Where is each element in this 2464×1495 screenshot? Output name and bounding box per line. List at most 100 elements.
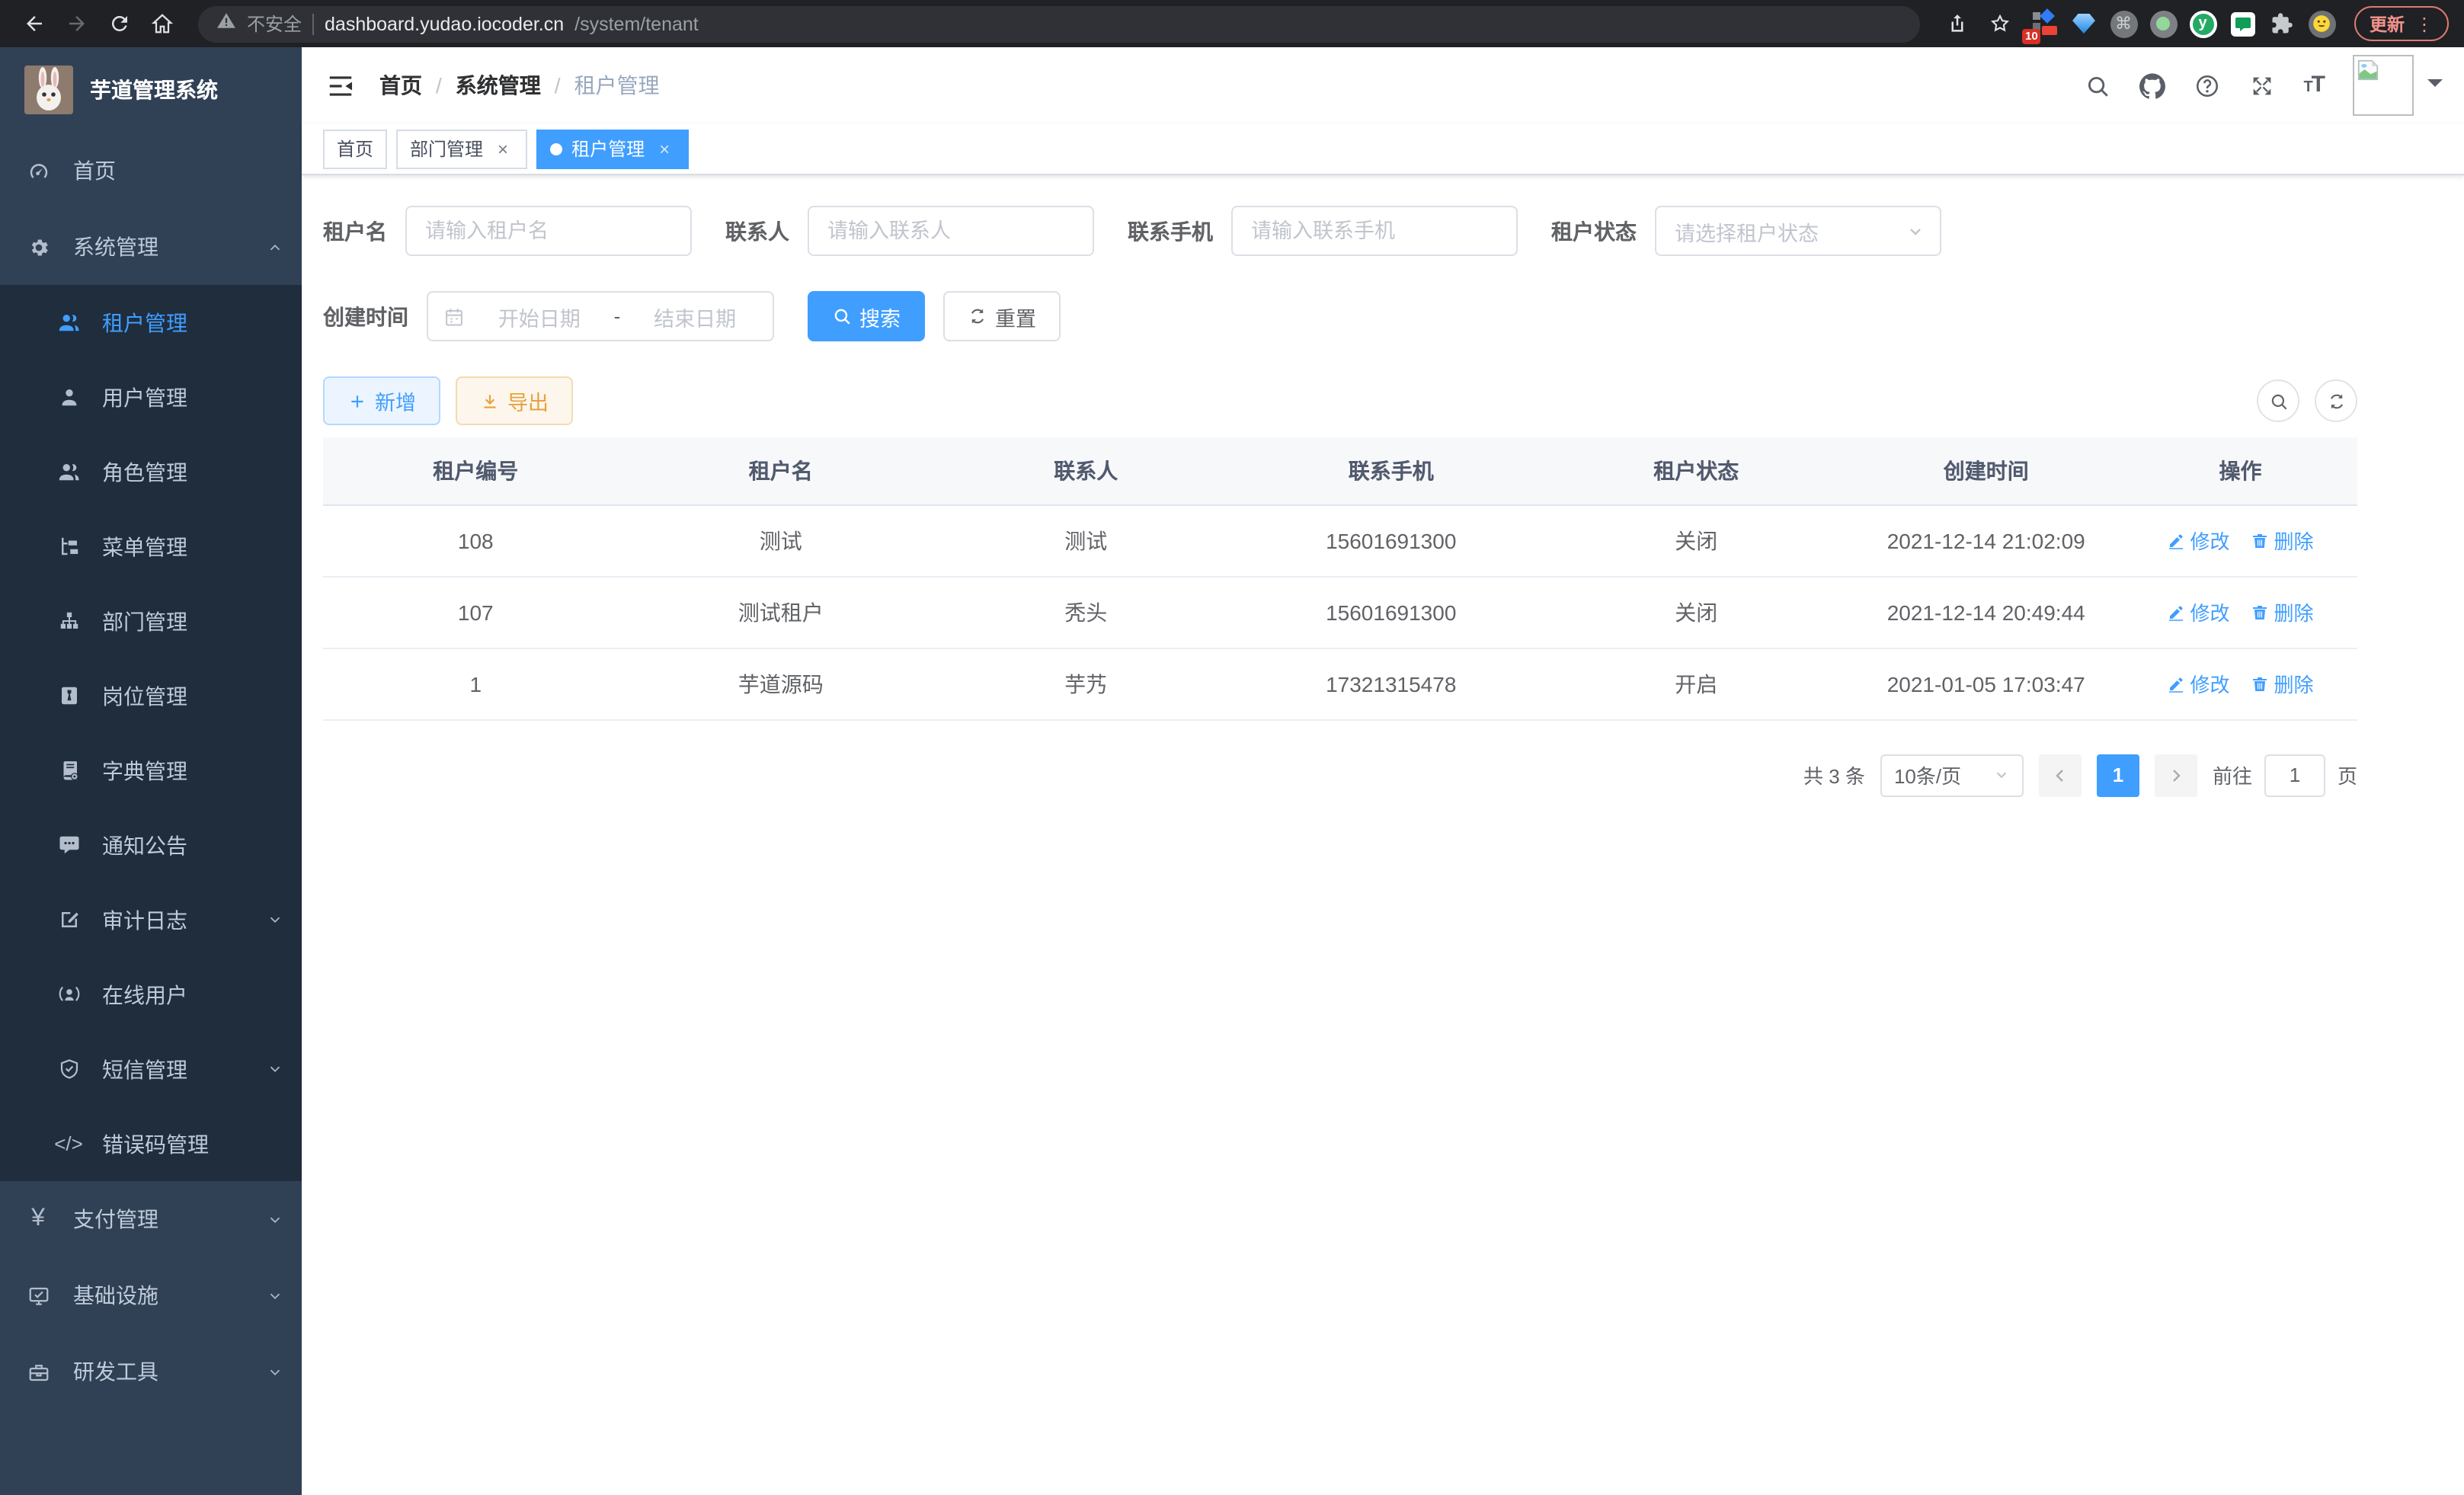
browser-home-button[interactable] bbox=[143, 5, 180, 42]
insecure-warning-icon[interactable] bbox=[216, 10, 236, 37]
sidebar-item-user[interactable]: 用户管理 bbox=[0, 360, 302, 434]
sidebar-item-sms[interactable]: 短信管理 bbox=[0, 1032, 302, 1106]
browser-update-button[interactable]: 更新 ⋮ bbox=[2354, 6, 2449, 41]
extension-icon-command[interactable]: ⌘ bbox=[2109, 9, 2138, 38]
sidebar-item-role[interactable]: 角色管理 bbox=[0, 434, 302, 509]
browser-share-button[interactable] bbox=[1938, 5, 1975, 42]
extensions-menu-button[interactable] bbox=[2267, 9, 2296, 38]
reset-button[interactable]: 重置 bbox=[943, 291, 1061, 341]
tab-dept[interactable]: 部门管理 × bbox=[396, 129, 527, 168]
extension-icon-y-logo[interactable]: y bbox=[2188, 9, 2217, 38]
user-avatar-dropdown[interactable] bbox=[2353, 55, 2443, 116]
sidebar-item-menu[interactable]: 菜单管理 bbox=[0, 509, 302, 584]
fullscreen-button[interactable] bbox=[2248, 72, 2274, 98]
edit-link[interactable]: 修改 bbox=[2167, 597, 2229, 626]
tab-tenant[interactable]: 租户管理 × bbox=[536, 129, 689, 168]
browser-reload-button[interactable] bbox=[101, 5, 137, 42]
security-label[interactable]: 不安全 bbox=[247, 11, 302, 37]
sidebar-item-label: 部门管理 bbox=[102, 606, 187, 636]
tree-list-icon bbox=[56, 535, 81, 558]
tab-home[interactable]: 首页 bbox=[323, 129, 387, 168]
active-dot bbox=[550, 142, 562, 155]
sidebar-item-tenant[interactable]: 租户管理 bbox=[0, 285, 302, 360]
sidebar-item-dict[interactable]: 字典管理 bbox=[0, 733, 302, 808]
extension-icon-blocker[interactable]: 10 bbox=[2030, 9, 2059, 38]
add-button[interactable]: 新增 bbox=[323, 376, 440, 425]
breadcrumb-system[interactable]: 系统管理 bbox=[456, 70, 541, 101]
pager-prev-button[interactable] bbox=[2039, 754, 2082, 796]
pager-page-1[interactable]: 1 bbox=[2097, 754, 2139, 796]
sidebar-item-devtools[interactable]: 研发工具 bbox=[0, 1333, 302, 1410]
status-select[interactable]: 请选择租户状态 bbox=[1655, 206, 1941, 256]
extension-icon-sketch[interactable] bbox=[2069, 9, 2098, 38]
green-dot-icon bbox=[2149, 10, 2177, 37]
help-doc-button[interactable] bbox=[2194, 72, 2219, 98]
github-link-button[interactable] bbox=[2139, 72, 2165, 98]
delete-link[interactable]: 删除 bbox=[2251, 669, 2313, 698]
delete-link[interactable]: 删除 bbox=[2251, 597, 2313, 626]
filter-tenant-name: 租户名 bbox=[323, 206, 692, 256]
url-path[interactable]: /system/tenant bbox=[574, 13, 699, 34]
start-date-placeholder[interactable]: 开始日期 bbox=[477, 301, 602, 331]
breadcrumb-separator: / bbox=[555, 73, 561, 98]
breadcrumb-home[interactable]: 首页 bbox=[379, 70, 422, 101]
sidebar-item-payment[interactable]: ¥ 支付管理 bbox=[0, 1181, 302, 1257]
mobile-input[interactable] bbox=[1231, 206, 1518, 256]
sidebar-item-home[interactable]: 首页 bbox=[0, 133, 302, 209]
browser-menu-icon[interactable]: ⋮ bbox=[2415, 13, 2434, 34]
cell-contact: 测试 bbox=[933, 504, 1239, 576]
export-button[interactable]: 导出 bbox=[456, 376, 573, 425]
sidebar-item-notice[interactable]: 通知公告 bbox=[0, 808, 302, 882]
font-size-button[interactable]: TT bbox=[2303, 72, 2324, 99]
cell-actions: 修改删除 bbox=[2123, 576, 2357, 648]
navbar-actions: TT bbox=[2084, 55, 2464, 116]
sidebar-item-post[interactable]: 岗位管理 bbox=[0, 658, 302, 733]
edit-link[interactable]: 修改 bbox=[2167, 526, 2229, 555]
url-host[interactable]: dashboard.yudao.iocoder.cn bbox=[325, 13, 564, 34]
sidebar-logo[interactable]: 芋道管理系统 bbox=[0, 47, 302, 133]
cell-actions: 修改删除 bbox=[2123, 504, 2357, 576]
page-jump-input[interactable] bbox=[2264, 754, 2325, 796]
cell-created: 2021-12-14 20:49:44 bbox=[1849, 576, 2123, 648]
chevron-down-icon bbox=[267, 1363, 283, 1380]
cell-mobile: 15601691300 bbox=[1239, 504, 1544, 576]
sidebar-item-online-user[interactable]: 在线用户 bbox=[0, 957, 302, 1032]
toggle-search-button[interactable] bbox=[2257, 379, 2299, 422]
pager-next-button[interactable] bbox=[2155, 754, 2197, 796]
search-button[interactable]: 搜索 bbox=[808, 291, 925, 341]
browser-profile-avatar[interactable] bbox=[2307, 9, 2336, 38]
create-time-range-picker[interactable]: 开始日期 - 结束日期 bbox=[427, 291, 774, 341]
toolbox-icon bbox=[26, 1360, 50, 1383]
update-label: 更新 bbox=[2370, 11, 2405, 36]
avatar[interactable] bbox=[2353, 55, 2414, 116]
sidebar-item-audit-log[interactable]: 审计日志 bbox=[0, 882, 302, 957]
chevron-left-icon bbox=[2051, 766, 2069, 784]
end-date-placeholder[interactable]: 结束日期 bbox=[632, 301, 757, 331]
cell-created: 2021-12-14 21:02:09 bbox=[1849, 504, 2123, 576]
contact-input[interactable] bbox=[808, 206, 1094, 256]
browser-bookmark-button[interactable] bbox=[1981, 5, 2018, 42]
sidebar-item-error-code[interactable]: </> 错误码管理 bbox=[0, 1106, 302, 1181]
close-icon[interactable]: × bbox=[492, 138, 514, 159]
sidebar-collapse-button[interactable] bbox=[302, 47, 379, 123]
browser-back-button[interactable] bbox=[15, 5, 52, 42]
tenant-name-input[interactable] bbox=[405, 206, 692, 256]
edit-log-icon bbox=[56, 908, 81, 931]
header-search-button[interactable] bbox=[2084, 72, 2110, 98]
browser-forward-button[interactable] bbox=[58, 5, 94, 42]
refresh-table-button[interactable] bbox=[2315, 379, 2357, 422]
page-size-select[interactable]: 10条/页 bbox=[1880, 754, 2024, 796]
sidebar-item-system[interactable]: 系统管理 bbox=[0, 209, 302, 285]
extension-icon-chat[interactable] bbox=[2228, 9, 2257, 38]
sidebar-item-label: 支付管理 bbox=[73, 1204, 158, 1234]
close-icon[interactable]: × bbox=[654, 138, 675, 159]
address-bar[interactable]: 不安全 dashboard.yudao.iocoder.cn/system/te… bbox=[198, 5, 1920, 42]
chevron-down-icon bbox=[267, 1061, 283, 1077]
filter-contact: 联系人 bbox=[725, 206, 1094, 256]
delete-link[interactable]: 删除 bbox=[2251, 526, 2313, 555]
extension-icon-recorder[interactable] bbox=[2149, 9, 2178, 38]
sidebar-item-infrastructure[interactable]: 基础设施 bbox=[0, 1257, 302, 1333]
edit-link[interactable]: 修改 bbox=[2167, 669, 2229, 698]
sidebar-item-dept[interactable]: 部门管理 bbox=[0, 584, 302, 658]
filter-mobile: 联系手机 bbox=[1128, 206, 1518, 256]
